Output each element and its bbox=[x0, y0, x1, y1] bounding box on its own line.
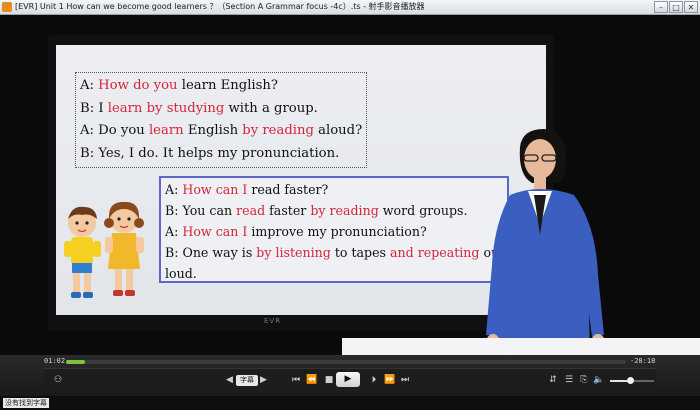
dialogue-text: loud. bbox=[165, 266, 197, 281]
dialogue-line: B: Yes, I do. It helps my pronunciation. bbox=[80, 143, 362, 166]
dialogue-box-2: A: How can I read faster? B: You can read… bbox=[159, 176, 509, 283]
highlight-text: learn bbox=[148, 123, 184, 138]
dialogue-text: to tapes bbox=[330, 245, 391, 260]
stop-icon[interactable]: ■ bbox=[324, 375, 334, 385]
video-area[interactable]: A: How do you learn English? B: I learn b… bbox=[0, 15, 700, 355]
window-title: [EVR] Unit 1 How can we become good lear… bbox=[15, 2, 425, 11]
dialogue-text: improve my pronunciation? bbox=[247, 224, 427, 239]
dialogue-line: B: I learn by studying with a group. bbox=[80, 98, 362, 121]
dialogue-line: A: Do you learn English by reading aloud… bbox=[80, 120, 362, 143]
status-message: 没有找到字幕 bbox=[3, 398, 49, 408]
screenshot-icon[interactable]: ⎘ bbox=[578, 375, 590, 385]
dialogue-line: A: How can I improve my pronunciation? bbox=[165, 221, 503, 242]
highlight-text: How can I bbox=[182, 224, 248, 239]
skip-back-icon[interactable]: ⏮ bbox=[290, 375, 302, 385]
dialogue-line: A: How do you learn English? bbox=[80, 75, 362, 98]
seek-bar[interactable] bbox=[66, 360, 626, 364]
elapsed-time: 01:02 bbox=[44, 357, 66, 365]
dialogue-text: English bbox=[183, 123, 243, 138]
girl-cartoon bbox=[104, 201, 144, 296]
highlight-text: by reading bbox=[310, 203, 379, 218]
dialogue-text: A: Do you bbox=[80, 123, 149, 138]
studio-backdrop bbox=[342, 338, 700, 355]
dialogue-text: B: You can bbox=[165, 203, 237, 218]
dialogue-box-1: A: How do you learn English? B: I learn b… bbox=[75, 72, 367, 168]
dialogue-text: A: bbox=[80, 78, 99, 93]
highlight-text: by reading bbox=[242, 123, 314, 138]
status-bar: 没有找到字幕 bbox=[0, 396, 700, 410]
highlight-text: by listening bbox=[256, 245, 331, 260]
fast-forward-icon[interactable]: ⏩ bbox=[384, 375, 396, 385]
subtitle-next-icon[interactable]: ▶ bbox=[260, 375, 267, 385]
dialogue-text: with a group. bbox=[224, 100, 318, 116]
dialogue-line: loud. bbox=[165, 263, 503, 284]
highlight-text: How can I bbox=[182, 182, 248, 197]
window-controls: – □ ✕ bbox=[654, 0, 698, 14]
dialogue-text: B: I bbox=[80, 100, 108, 116]
highlight-text: learn by studying bbox=[107, 100, 225, 116]
dialogue-line: A: How can I read faster? bbox=[165, 179, 503, 200]
teacher-figure bbox=[486, 129, 605, 355]
screen-logo: EVR bbox=[264, 317, 282, 325]
skip-forward-icon[interactable]: ⏭ bbox=[399, 375, 411, 385]
step-forward-icon[interactable]: ⏵ bbox=[368, 375, 380, 385]
highlight-text: How do you bbox=[98, 78, 178, 93]
dialogue-text: B: Yes, I do. It helps my pronunciation. bbox=[80, 145, 340, 161]
dialogue-line: B: One way is by listening to tapes and … bbox=[165, 242, 504, 263]
subtitle-prev-icon[interactable]: ◀ bbox=[226, 375, 233, 385]
volume-knob[interactable] bbox=[626, 377, 634, 384]
dialogue-text: A: bbox=[165, 224, 183, 239]
close-button[interactable]: ✕ bbox=[684, 1, 698, 13]
remaining-time: -28:18 bbox=[630, 357, 656, 365]
volume-slider[interactable] bbox=[610, 377, 654, 384]
app-icon bbox=[2, 2, 12, 12]
dialogue-text: B: One way is bbox=[165, 245, 257, 260]
minimize-button[interactable]: – bbox=[654, 1, 668, 13]
player-controls: 01:02 -28:18 ⚇ ◀ 字幕 ▶ ⏮ ⏪ ■ ▶ ⏵ ⏩ ⏭ ⇵ ☰ … bbox=[0, 355, 700, 410]
play-button[interactable]: ▶ bbox=[336, 372, 360, 387]
dialogue-line: B: You can read faster by reading word g… bbox=[165, 200, 503, 221]
title-bar: [EVR] Unit 1 How can we become good lear… bbox=[0, 0, 700, 15]
volume-icon[interactable]: 🔈 bbox=[593, 375, 605, 385]
highlight-text: read bbox=[236, 203, 266, 218]
shortcut-icon[interactable]: ⇵ bbox=[547, 375, 559, 385]
seek-bar-progress bbox=[66, 360, 86, 364]
control-row: ⚇ ◀ 字幕 ▶ ⏮ ⏪ ■ ▶ ⏵ ⏩ ⏭ ⇵ ☰ ⎘ 🔈 bbox=[44, 368, 656, 391]
dialogue-text: word groups. bbox=[378, 203, 468, 218]
dialogue-text: A: bbox=[165, 182, 183, 197]
playlist-icon[interactable]: ⚇ bbox=[52, 375, 64, 385]
subtitle-button[interactable]: 字幕 bbox=[236, 375, 258, 386]
dialogue-text: faster bbox=[265, 203, 311, 218]
maximize-button[interactable]: □ bbox=[669, 1, 683, 13]
boy-cartoon bbox=[64, 206, 101, 298]
dialogue-text: learn English? bbox=[177, 78, 278, 93]
list-icon[interactable]: ☰ bbox=[563, 375, 575, 385]
dialogue-text: aloud? bbox=[313, 123, 363, 138]
rewind-icon[interactable]: ⏪ bbox=[306, 375, 318, 385]
highlight-text: and repeating bbox=[390, 245, 480, 260]
dialogue-text: read faster? bbox=[247, 182, 329, 197]
